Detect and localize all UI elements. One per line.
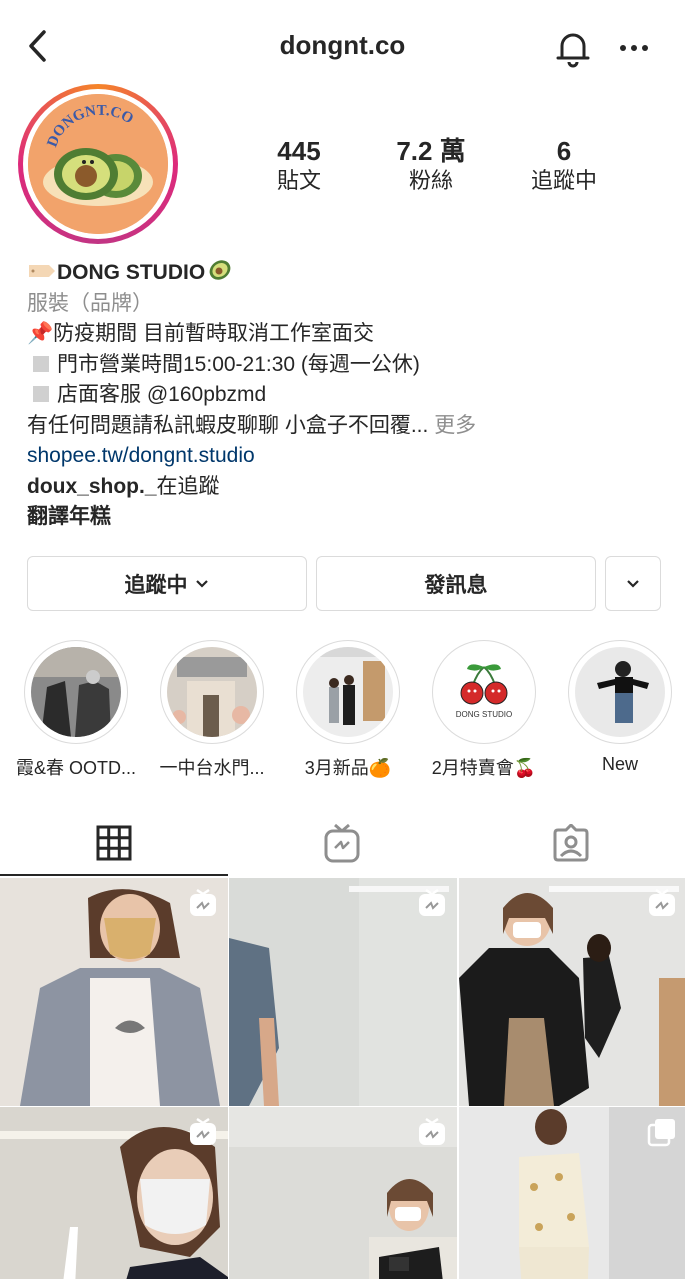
highlight-cover: DONG STUDIO bbox=[439, 647, 529, 737]
highlight-cover bbox=[167, 647, 257, 737]
post-thumbnail[interactable] bbox=[459, 878, 685, 1106]
igtv-icon bbox=[419, 888, 445, 916]
post-thumbnail[interactable] bbox=[229, 1107, 457, 1279]
translate-link[interactable]: 翻譯年糕 bbox=[27, 502, 667, 533]
followers-count: 7.2 萬 bbox=[396, 136, 466, 166]
avocado-icon bbox=[209, 260, 231, 280]
square-icon bbox=[33, 355, 49, 372]
active-tab-indicator bbox=[0, 874, 228, 876]
highlight-label: New bbox=[601, 754, 638, 774]
story-highlights: 霞&春 OOTD... 一中台水門... 3月新品🍊 DONG STUDIO 2… bbox=[0, 640, 685, 780]
highlight-cover bbox=[303, 647, 393, 737]
grid-icon bbox=[96, 825, 132, 861]
avatar-story-ring[interactable]: DONGNT.CO bbox=[18, 84, 178, 244]
highlight-item[interactable]: DONG STUDIO 2月特賣會🍒 bbox=[430, 640, 538, 780]
highlight-item[interactable]: New bbox=[566, 640, 674, 775]
stat-posts[interactable]: 445 貼文 bbox=[234, 136, 364, 196]
bio-display-name: DONG STUDIO bbox=[57, 261, 206, 284]
tab-grid[interactable] bbox=[0, 808, 228, 878]
post-thumbnail[interactable] bbox=[0, 1107, 228, 1279]
highlight-cover bbox=[31, 647, 121, 737]
more-link[interactable]: 更多 bbox=[434, 414, 476, 437]
posts-count: 445 bbox=[277, 136, 321, 166]
bio-name-row: DONG STUDIO bbox=[27, 258, 667, 289]
bio-line-4: 有任何問題請私訊蝦皮聊聊 小盒子不回覆... 更多 bbox=[27, 413, 477, 437]
igtv-icon bbox=[190, 888, 216, 916]
avatar: DONGNT.CO bbox=[28, 94, 168, 234]
igtv-icon bbox=[419, 1117, 445, 1145]
message-button[interactable]: 發訊息 bbox=[316, 556, 596, 611]
more-icon[interactable] bbox=[618, 36, 650, 60]
square-icon bbox=[33, 386, 49, 402]
followers-label: 粉絲 bbox=[408, 168, 453, 193]
igtv-icon bbox=[324, 823, 360, 863]
following-label: 追蹤中 bbox=[530, 168, 597, 193]
profile-bio: DONG STUDIO 服裝（品牌） 📌防疫期間 目前暫時取消工作室面交 門市營… bbox=[27, 258, 667, 533]
avocado-logo: DONGNT.CO bbox=[28, 94, 168, 234]
top-bar: dongnt.co bbox=[0, 0, 685, 96]
website-link[interactable]: shopee.tw/dongnt.studio bbox=[27, 441, 667, 472]
following-button[interactable]: 追蹤中 bbox=[27, 556, 307, 611]
tab-tagged[interactable] bbox=[457, 808, 685, 878]
post-thumbnail[interactable] bbox=[0, 878, 228, 1106]
suggested-accounts-button[interactable] bbox=[605, 556, 661, 611]
chevron-down-icon bbox=[627, 579, 639, 588]
bio-line-2: 門市營業時間15:00-21:30 (每週一公休) bbox=[27, 350, 667, 381]
highlight-label: 3月新品🍊 bbox=[304, 758, 392, 778]
tagged-icon bbox=[553, 824, 589, 862]
tab-igtv[interactable] bbox=[228, 808, 456, 878]
post-thumbnail[interactable] bbox=[229, 878, 457, 1106]
highlight-label: 2月特賣會🍒 bbox=[431, 758, 537, 778]
highlight-label: 一中台水門... bbox=[159, 758, 265, 778]
svg-text:DONG STUDIO: DONG STUDIO bbox=[456, 710, 512, 719]
stat-following[interactable]: 6 追蹤中 bbox=[499, 136, 629, 196]
highlight-label: 霞&春 OOTD... bbox=[15, 758, 136, 778]
multiple-photos-icon bbox=[647, 1119, 675, 1147]
highlight-item[interactable]: 一中台水門... bbox=[158, 640, 266, 780]
bell-icon[interactable] bbox=[552, 28, 594, 70]
stat-followers[interactable]: 7.2 萬 粉絲 bbox=[366, 136, 496, 196]
bio-line-3: 店面客服 @160pbzmd bbox=[27, 380, 667, 411]
chevron-down-icon bbox=[195, 579, 208, 588]
igtv-icon bbox=[649, 888, 675, 916]
highlight-item[interactable]: 3月新品🍊 bbox=[294, 640, 402, 780]
igtv-icon bbox=[190, 1117, 216, 1145]
followed-by[interactable]: doux_shop._在追蹤 bbox=[27, 472, 667, 503]
post-thumbnail[interactable] bbox=[459, 1107, 685, 1279]
following-count: 6 bbox=[556, 136, 572, 166]
highlight-item[interactable]: 霞&春 OOTD... bbox=[16, 640, 136, 780]
tag-icon bbox=[29, 265, 55, 277]
highlight-cover bbox=[575, 647, 665, 737]
posts-label: 貼文 bbox=[276, 168, 321, 193]
profile-tabs bbox=[0, 808, 685, 878]
bio-category: 服裝（品牌） bbox=[27, 291, 153, 315]
bio-line-1: 📌防疫期間 目前暫時取消工作室面交 bbox=[27, 322, 374, 345]
